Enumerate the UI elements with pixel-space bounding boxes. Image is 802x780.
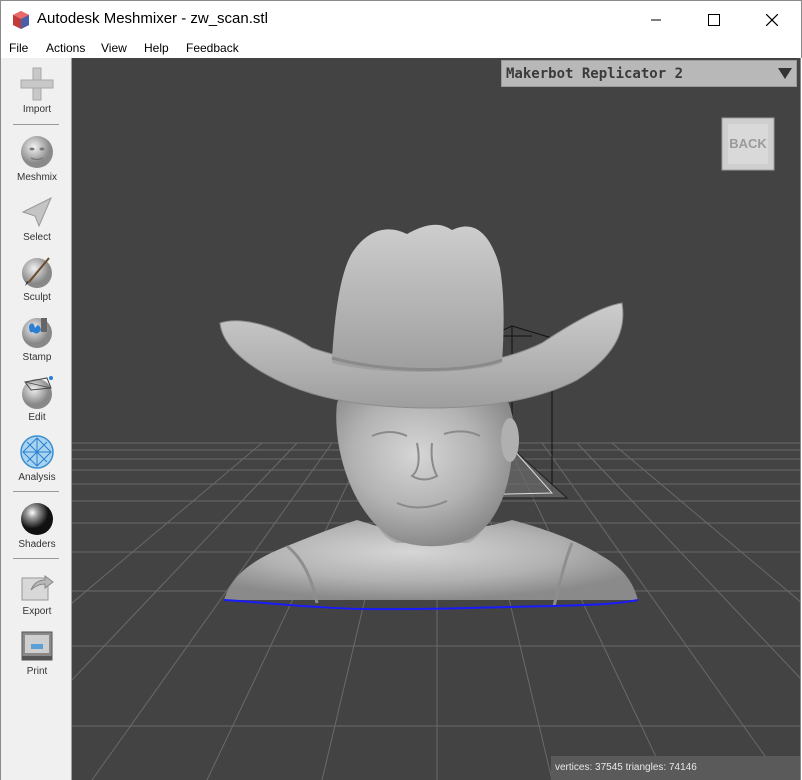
maximize-icon xyxy=(708,13,720,26)
meshmixer-logo-icon xyxy=(13,11,29,29)
analysis-mesh-icon xyxy=(20,435,54,469)
export-tool[interactable]: Export xyxy=(1,568,73,617)
plus-icon xyxy=(20,67,54,101)
toolbar-divider xyxy=(13,558,59,559)
shaders-label: Shaders xyxy=(18,539,56,550)
close-button[interactable] xyxy=(749,1,795,38)
hat-crown-mesh xyxy=(332,224,504,373)
mesh-stats-text: vertices: 37545 triangles: 74146 xyxy=(555,762,697,773)
analysis-label: Analysis xyxy=(18,472,56,483)
edit-label: Edit xyxy=(28,412,46,423)
export-label: Export xyxy=(22,606,52,617)
shaders-tool[interactable]: Shaders xyxy=(1,501,73,550)
ear-mesh xyxy=(501,418,519,462)
printer-icon xyxy=(21,631,53,661)
export-icon xyxy=(21,575,54,601)
mesh-stats-bar: vertices: 37545 triangles: 74146 xyxy=(551,756,800,780)
scene-canvas[interactable] xyxy=(72,58,801,780)
meshmix-tool[interactable]: Meshmix xyxy=(1,134,73,183)
edit-sphere-icon xyxy=(22,376,53,409)
3d-viewport[interactable]: Makerbot Replicator 2 BACK vertices: 375… xyxy=(72,58,801,780)
maximize-button[interactable] xyxy=(691,1,737,38)
chevron-down-icon xyxy=(778,68,792,79)
stamp-tool[interactable]: Stamp xyxy=(1,314,73,363)
mesh-boundary-outline xyxy=(223,599,639,611)
toolbar-divider xyxy=(13,491,59,492)
import-tool[interactable]: Import xyxy=(1,66,73,115)
view-cube-label: BACK xyxy=(729,136,767,151)
sculpt-tool[interactable]: Sculpt xyxy=(1,254,73,303)
minimize-icon xyxy=(651,19,661,20)
menu-help[interactable]: Help xyxy=(144,41,169,55)
tool-sidebar: Import Meshmix Select Sculpt Stamp Edit … xyxy=(0,58,72,780)
stamp-label: Stamp xyxy=(22,352,52,363)
menu-bar: File Actions View Help Feedback xyxy=(0,38,802,58)
analysis-tool[interactable]: Analysis xyxy=(1,434,73,483)
menu-feedback[interactable]: Feedback xyxy=(186,41,239,55)
edit-tool[interactable]: Edit xyxy=(1,374,73,423)
printer-dropdown[interactable]: Makerbot Replicator 2 xyxy=(501,60,797,87)
sculpt-label: Sculpt xyxy=(23,292,51,303)
print-label: Print xyxy=(26,666,48,677)
close-icon xyxy=(766,13,778,26)
stamp-icon xyxy=(22,318,52,348)
toolbar-divider xyxy=(13,124,59,125)
title-bar: Autodesk Meshmixer - zw_scan.stl xyxy=(0,0,802,38)
window-title: Autodesk Meshmixer - zw_scan.stl xyxy=(37,10,268,27)
view-cube[interactable]: BACK xyxy=(720,116,776,172)
print-tool[interactable]: Print xyxy=(1,628,73,677)
meshmix-label: Meshmix xyxy=(16,172,57,183)
minimize-button[interactable] xyxy=(633,1,679,38)
select-arrow-icon xyxy=(21,196,52,228)
sculpt-brush-icon xyxy=(22,257,52,288)
printer-name: Makerbot Replicator 2 xyxy=(506,66,684,82)
shader-sphere-icon xyxy=(21,503,53,535)
menu-actions[interactable]: Actions xyxy=(46,41,85,55)
menu-file[interactable]: File xyxy=(9,41,28,55)
select-tool[interactable]: Select xyxy=(1,194,73,243)
menu-view[interactable]: View xyxy=(101,41,127,55)
import-label: Import xyxy=(22,104,52,115)
meshmix-face-icon xyxy=(21,136,53,168)
select-label: Select xyxy=(23,232,51,243)
